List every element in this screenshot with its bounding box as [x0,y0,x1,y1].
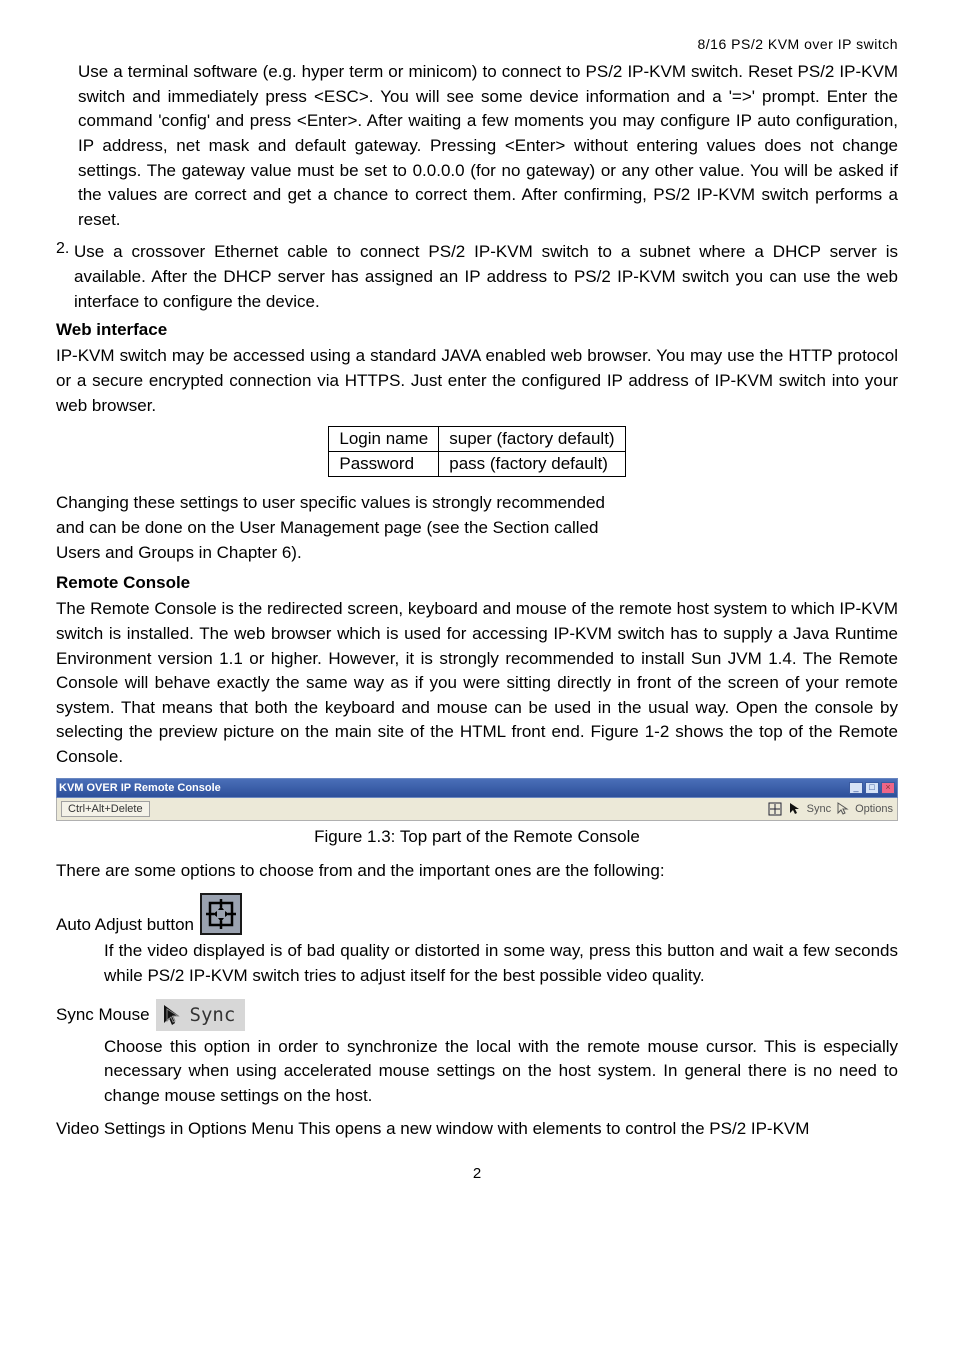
auto-adjust-description: If the video displayed is of bad quality… [104,939,898,988]
web-interface-heading: Web interface [56,320,898,340]
page-header: 8/16 PS/2 KVM over IP switch [56,36,898,52]
minimize-icon[interactable]: _ [849,782,863,794]
cursor-icon[interactable] [787,801,803,817]
options-cursor-icon[interactable] [835,801,851,817]
sync-mouse-button[interactable]: Sync [156,999,246,1031]
change-settings-line-2: and can be done on the User Management p… [56,516,898,541]
window-title: KVM OVER IP Remote Console [59,782,221,794]
cursor-icon [162,1003,182,1027]
maximize-icon[interactable]: □ [865,782,879,794]
remote-console-paragraph: The Remote Console is the redirected scr… [56,597,898,769]
options-label[interactable]: Options [855,803,893,815]
sync-mouse-label: Sync Mouse [56,1005,150,1025]
auto-adjust-button-label: Auto Adjust button [56,915,194,935]
auto-adjust-icon[interactable] [767,801,783,817]
figure-caption: Figure 1.3: Top part of the Remote Conso… [56,827,898,847]
remote-console-screenshot: KVM OVER IP Remote Console _ □ × Ctrl+Al… [56,778,898,821]
ctrl-alt-delete-button[interactable]: Ctrl+Alt+Delete [61,801,150,817]
sync-text: Sync [190,1004,236,1026]
sync-label[interactable]: Sync [807,803,831,815]
password-label: Password [329,452,439,477]
web-interface-paragraph: IP-KVM switch may be accessed using a st… [56,344,898,418]
intro-paragraph-1: Use a terminal software (e.g. hyper term… [78,60,898,232]
page-number: 2 [56,1165,898,1182]
auto-adjust-icon-large[interactable] [200,893,242,935]
password-value: pass (factory default) [439,452,625,477]
window-titlebar: KVM OVER IP Remote Console _ □ × [56,778,898,798]
intro-paragraph-2: Use a crossover Ethernet cable to connec… [74,240,898,314]
login-name-value: super (factory default) [439,427,625,452]
window-toolbar: Ctrl+Alt+Delete Sync Options [56,798,898,821]
change-settings-line-3: Users and Groups in Chapter 6). [56,541,898,566]
login-credentials-table: Login name super (factory default) Passw… [328,426,625,477]
login-name-label: Login name [329,427,439,452]
step-number-2: 2. [56,240,74,314]
sync-mouse-description: Choose this option in order to synchroni… [104,1035,898,1109]
remote-console-heading: Remote Console [56,573,898,593]
options-intro-paragraph: There are some options to choose from an… [56,859,898,884]
video-settings-paragraph: Video Settings in Options Menu This open… [56,1117,898,1142]
close-icon[interactable]: × [881,782,895,794]
change-settings-line-1: Changing these settings to user specific… [56,491,898,516]
